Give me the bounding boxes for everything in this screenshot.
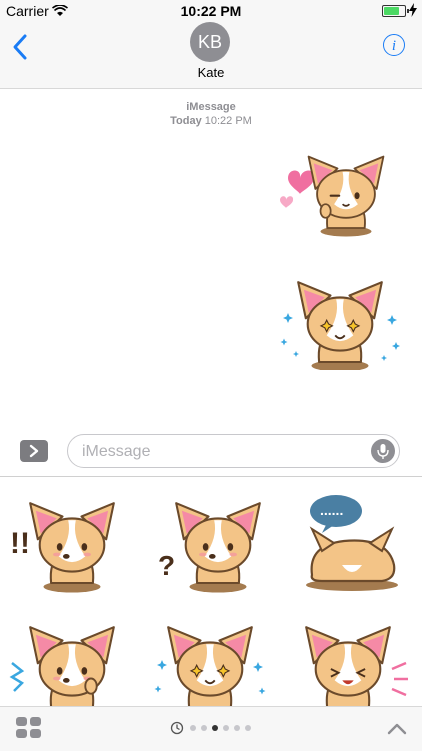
chevron-up-icon xyxy=(387,723,407,735)
sent-sticker-wink[interactable] xyxy=(276,140,396,261)
contact-name[interactable]: Kate xyxy=(0,65,422,80)
sent-sticker-sparkle[interactable] xyxy=(276,272,404,375)
time-label: 10:22 PM xyxy=(204,115,252,127)
message-timestamp: iMessage Today 10:22 PM xyxy=(0,100,422,128)
app-grid-button[interactable] xyxy=(16,717,42,739)
page-dot[interactable] xyxy=(245,725,251,731)
sticker-thumb-up[interactable] xyxy=(6,617,126,707)
sticker-surprised[interactable]: !! xyxy=(6,487,126,602)
sticker-sparkle[interactable] xyxy=(150,617,270,707)
chevron-left-icon xyxy=(13,34,27,60)
status-bar: Carrier 10:22 PM xyxy=(0,0,422,22)
conversation-header: KB Kate i xyxy=(0,22,422,89)
microphone-icon xyxy=(377,444,389,459)
svg-text:?: ? xyxy=(158,550,175,581)
battery-icon xyxy=(382,5,409,17)
page-dot[interactable] xyxy=(234,725,240,731)
sticker-confused[interactable]: ? xyxy=(150,487,270,602)
chevron-right-icon xyxy=(29,444,39,458)
info-button[interactable]: i xyxy=(383,34,405,56)
contact-avatar[interactable]: KB xyxy=(190,22,230,62)
sticker-sleeping[interactable]: ...... xyxy=(292,487,412,602)
grid-icon xyxy=(16,717,27,726)
app-drawer-toggle-button[interactable] xyxy=(20,440,48,462)
page-dot[interactable] xyxy=(212,725,218,731)
back-button[interactable] xyxy=(10,32,32,62)
status-time: 10:22 PM xyxy=(180,3,242,19)
drawer-toolbar xyxy=(0,706,422,751)
sticker-drawer: !! ? ...... xyxy=(0,476,422,707)
day-label: Today xyxy=(170,115,202,127)
battery-level xyxy=(384,7,399,15)
page-dot[interactable] xyxy=(201,725,207,731)
sticker-laughing[interactable] xyxy=(292,617,412,707)
recent-clock-icon xyxy=(170,721,184,735)
expand-drawer-button[interactable] xyxy=(386,719,408,739)
svg-text:!!: !! xyxy=(10,527,30,560)
page-dot[interactable] xyxy=(223,725,229,731)
message-input-container xyxy=(67,434,400,468)
microphone-button[interactable] xyxy=(371,439,395,463)
service-label: iMessage xyxy=(186,101,236,113)
message-input[interactable] xyxy=(80,441,344,463)
svg-text:......: ...... xyxy=(320,502,343,518)
page-dot[interactable] xyxy=(190,725,196,731)
charging-icon xyxy=(409,3,417,22)
